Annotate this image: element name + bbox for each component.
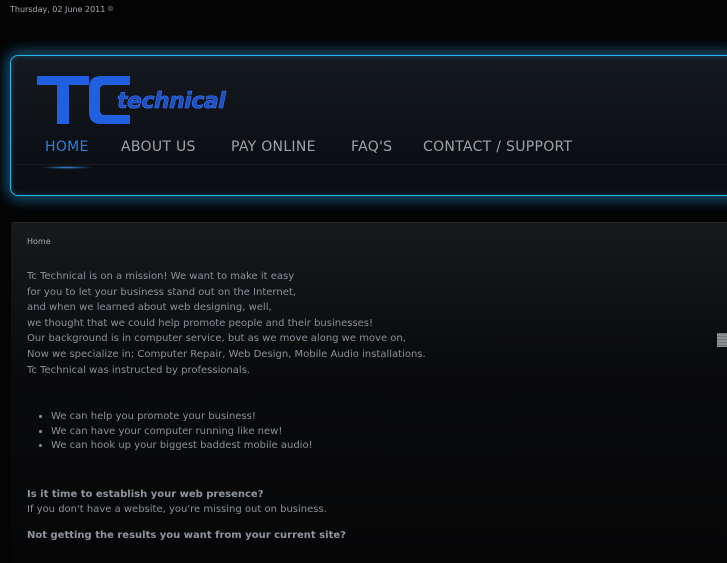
- logo[interactable]: technical: [35, 72, 275, 128]
- intro-text: Tc Technical is on a mission! We want to…: [27, 269, 426, 378]
- nav-faqs[interactable]: FAQ'S: [351, 139, 392, 155]
- logo-icon: technical: [37, 76, 227, 124]
- svg-text:technical: technical: [117, 89, 226, 114]
- intro-line: for you to let your business stand out o…: [27, 286, 296, 298]
- nav-about-us[interactable]: ABOUT US: [121, 139, 196, 155]
- scrollbar-grip[interactable]: [717, 333, 727, 347]
- question-heading: Is it time to establish your web presenc…: [27, 489, 264, 500]
- bullet-dot-icon: ⊗: [107, 4, 114, 13]
- date-text: Thursday, 02 June 2011: [10, 5, 106, 14]
- list-item: We can help you promote your business!: [51, 410, 313, 425]
- list-item: We can have your computer running like n…: [51, 425, 313, 440]
- top-bar: Thursday, 02 June 2011 ⊗: [0, 0, 727, 20]
- question-heading: Not getting the results you want from yo…: [27, 530, 346, 541]
- feature-list: We can help you promote your business! W…: [51, 410, 313, 454]
- site-header: technical HOME ABOUT US PAY ONLINE FAQ'S…: [10, 55, 727, 196]
- main-content: Home Tc Technical is on a mission! We wa…: [11, 222, 727, 563]
- intro-line: and when we learned about web designing,…: [27, 302, 272, 314]
- nav-pay-online[interactable]: PAY ONLINE: [231, 139, 316, 155]
- intro-line: Tc Technical is on a mission! We want to…: [27, 271, 295, 282]
- intro-line: Tc Technical was instructed by professio…: [27, 364, 251, 376]
- breadcrumb[interactable]: Home: [27, 237, 51, 246]
- answer-text: If you don't have a website, you're miss…: [27, 504, 327, 515]
- nav-contact-support[interactable]: CONTACT / SUPPORT: [423, 139, 572, 155]
- nav-divider: [11, 164, 727, 165]
- list-item: We can hook up your biggest baddest mobi…: [51, 439, 313, 454]
- intro-line: we thought that we could help promote pe…: [27, 317, 374, 329]
- nav-home[interactable]: HOME: [41, 139, 93, 169]
- intro-line: Our background is in computer service, b…: [27, 333, 406, 345]
- intro-line: Now we specialize in; Computer Repair, W…: [27, 348, 426, 360]
- main-nav: HOME ABOUT US PAY ONLINE FAQ'S CONTACT /…: [11, 128, 727, 169]
